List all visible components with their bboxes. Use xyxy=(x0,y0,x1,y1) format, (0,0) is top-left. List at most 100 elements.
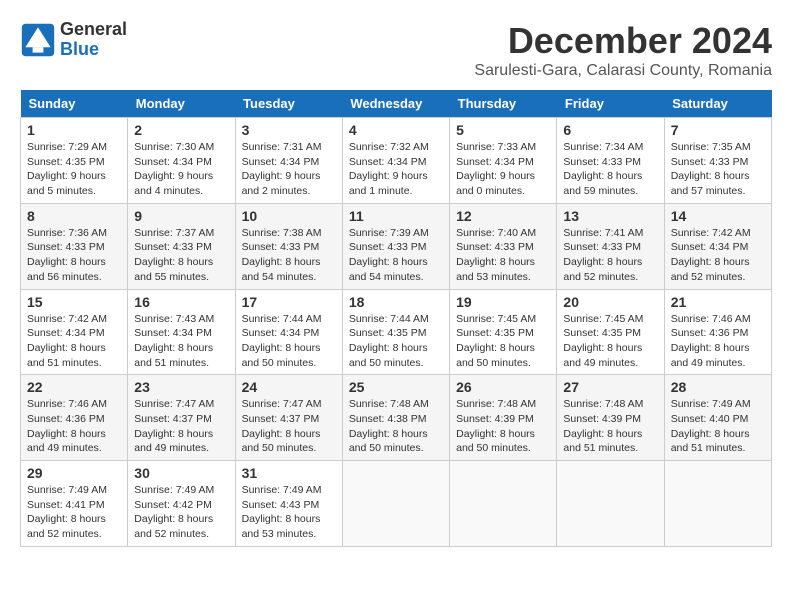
calendar-cell: 24 Sunrise: 7:47 AM Sunset: 4:37 PM Dayli… xyxy=(235,375,342,461)
calendar-cell: 6Sunrise: 7:34 AM Sunset: 4:33 PM Daylig… xyxy=(557,118,664,204)
weekday-header-thursday: Thursday xyxy=(450,90,557,118)
day-number: 21 xyxy=(671,294,765,310)
calendar-cell: 26Sunrise: 7:48 AM Sunset: 4:39 PM Dayli… xyxy=(450,375,557,461)
calendar-cell: 2Sunrise: 7:30 AM Sunset: 4:34 PM Daylig… xyxy=(128,118,235,204)
calendar-cell: 7 Sunrise: 7:35 AM Sunset: 4:33 PM Daylig… xyxy=(664,118,771,204)
calendar-cell: 10Sunrise: 7:38 AM Sunset: 4:33 PM Dayli… xyxy=(235,203,342,289)
day-info: Sunrise: 7:48 AM Sunset: 4:38 PM Dayligh… xyxy=(349,397,443,456)
day-info: Sunrise: 7:33 AM Sunset: 4:34 PM Dayligh… xyxy=(456,140,550,199)
day-number: 24 xyxy=(242,379,336,395)
day-info: Sunrise: 7:41 AM Sunset: 4:33 PM Dayligh… xyxy=(563,226,657,285)
day-info: Sunrise: 7:35 AM Sunset: 4:33 PM Dayligh… xyxy=(671,140,765,199)
day-number: 29 xyxy=(27,465,121,481)
subtitle: Sarulesti-Gara, Calarasi County, Romania xyxy=(474,62,772,80)
day-info: Sunrise: 7:45 AM Sunset: 4:35 PM Dayligh… xyxy=(456,312,550,371)
day-number: 9 xyxy=(134,208,228,224)
calendar-week-5: 29 Sunrise: 7:49 AM Sunset: 4:41 PM Dayli… xyxy=(21,461,772,547)
day-info: Sunrise: 7:39 AM Sunset: 4:33 PM Dayligh… xyxy=(349,226,443,285)
day-info: Sunrise: 7:49 AM Sunset: 4:40 PM Dayligh… xyxy=(671,397,765,456)
calendar-cell: 29 Sunrise: 7:49 AM Sunset: 4:41 PM Dayli… xyxy=(21,461,128,547)
day-number: 25 xyxy=(349,379,443,395)
calendar-cell: 11 Sunrise: 7:39 AM Sunset: 4:33 PM Dayli… xyxy=(342,203,449,289)
day-number: 8 xyxy=(27,208,121,224)
calendar-cell xyxy=(450,461,557,547)
day-number: 18 xyxy=(349,294,443,310)
day-number: 4 xyxy=(349,122,443,138)
calendar-cell: 15Sunrise: 7:42 AM Sunset: 4:34 PM Dayli… xyxy=(21,289,128,375)
day-number: 13 xyxy=(563,208,657,224)
calendar-cell: 28 Sunrise: 7:49 AM Sunset: 4:40 PM Dayli… xyxy=(664,375,771,461)
day-number: 2 xyxy=(134,122,228,138)
day-info: Sunrise: 7:44 AM Sunset: 4:34 PM Dayligh… xyxy=(242,312,336,371)
calendar-cell: 16 Sunrise: 7:43 AM Sunset: 4:34 PM Dayli… xyxy=(128,289,235,375)
day-number: 10 xyxy=(242,208,336,224)
weekday-header-saturday: Saturday xyxy=(664,90,771,118)
day-number: 17 xyxy=(242,294,336,310)
day-number: 16 xyxy=(134,294,228,310)
day-info: Sunrise: 7:34 AM Sunset: 4:33 PM Dayligh… xyxy=(563,140,657,199)
calendar-week-3: 15Sunrise: 7:42 AM Sunset: 4:34 PM Dayli… xyxy=(21,289,772,375)
day-info: Sunrise: 7:48 AM Sunset: 4:39 PM Dayligh… xyxy=(456,397,550,456)
logo-line1: General xyxy=(60,20,127,40)
day-number: 27 xyxy=(563,379,657,395)
day-info: Sunrise: 7:47 AM Sunset: 4:37 PM Dayligh… xyxy=(134,397,228,456)
main-title: December 2024 xyxy=(474,20,772,62)
logo-line2: Blue xyxy=(60,40,127,60)
calendar-cell: 14 Sunrise: 7:42 AM Sunset: 4:34 PM Dayli… xyxy=(664,203,771,289)
calendar-body: 1Sunrise: 7:29 AM Sunset: 4:35 PM Daylig… xyxy=(21,118,772,547)
weekday-header-friday: Friday xyxy=(557,90,664,118)
day-info: Sunrise: 7:49 AM Sunset: 4:43 PM Dayligh… xyxy=(242,483,336,542)
calendar-header: SundayMondayTuesdayWednesdayThursdayFrid… xyxy=(21,90,772,118)
calendar-week-4: 22 Sunrise: 7:46 AM Sunset: 4:36 PM Dayli… xyxy=(21,375,772,461)
calendar-cell: 12Sunrise: 7:40 AM Sunset: 4:33 PM Dayli… xyxy=(450,203,557,289)
calendar: SundayMondayTuesdayWednesdayThursdayFrid… xyxy=(20,90,772,547)
day-info: Sunrise: 7:46 AM Sunset: 4:36 PM Dayligh… xyxy=(27,397,121,456)
day-info: Sunrise: 7:49 AM Sunset: 4:41 PM Dayligh… xyxy=(27,483,121,542)
header: General Blue December 2024 Sarulesti-Gar… xyxy=(20,20,772,80)
day-number: 3 xyxy=(242,122,336,138)
calendar-cell: 9Sunrise: 7:37 AM Sunset: 4:33 PM Daylig… xyxy=(128,203,235,289)
calendar-cell xyxy=(664,461,771,547)
day-number: 14 xyxy=(671,208,765,224)
day-info: Sunrise: 7:36 AM Sunset: 4:33 PM Dayligh… xyxy=(27,226,121,285)
calendar-cell: 3 Sunrise: 7:31 AM Sunset: 4:34 PM Daylig… xyxy=(235,118,342,204)
day-info: Sunrise: 7:44 AM Sunset: 4:35 PM Dayligh… xyxy=(349,312,443,371)
day-number: 22 xyxy=(27,379,121,395)
calendar-week-1: 1Sunrise: 7:29 AM Sunset: 4:35 PM Daylig… xyxy=(21,118,772,204)
day-number: 31 xyxy=(242,465,336,481)
day-info: Sunrise: 7:42 AM Sunset: 4:34 PM Dayligh… xyxy=(671,226,765,285)
day-info: Sunrise: 7:48 AM Sunset: 4:39 PM Dayligh… xyxy=(563,397,657,456)
calendar-cell: 5 Sunrise: 7:33 AM Sunset: 4:34 PM Daylig… xyxy=(450,118,557,204)
day-info: Sunrise: 7:46 AM Sunset: 4:36 PM Dayligh… xyxy=(671,312,765,371)
logo: General Blue xyxy=(20,20,127,60)
weekday-header-sunday: Sunday xyxy=(21,90,128,118)
logo-text: General Blue xyxy=(60,20,127,60)
weekday-header-monday: Monday xyxy=(128,90,235,118)
day-number: 11 xyxy=(349,208,443,224)
calendar-cell: 21 Sunrise: 7:46 AM Sunset: 4:36 PM Dayli… xyxy=(664,289,771,375)
calendar-cell: 22 Sunrise: 7:46 AM Sunset: 4:36 PM Dayli… xyxy=(21,375,128,461)
calendar-cell xyxy=(557,461,664,547)
weekday-header-tuesday: Tuesday xyxy=(235,90,342,118)
calendar-week-2: 8 Sunrise: 7:36 AM Sunset: 4:33 PM Daylig… xyxy=(21,203,772,289)
calendar-cell: 18 Sunrise: 7:44 AM Sunset: 4:35 PM Dayli… xyxy=(342,289,449,375)
calendar-cell: 31 Sunrise: 7:49 AM Sunset: 4:43 PM Dayli… xyxy=(235,461,342,547)
calendar-cell: 4Sunrise: 7:32 AM Sunset: 4:34 PM Daylig… xyxy=(342,118,449,204)
day-info: Sunrise: 7:40 AM Sunset: 4:33 PM Dayligh… xyxy=(456,226,550,285)
day-number: 7 xyxy=(671,122,765,138)
calendar-cell: 8 Sunrise: 7:36 AM Sunset: 4:33 PM Daylig… xyxy=(21,203,128,289)
day-number: 5 xyxy=(456,122,550,138)
day-info: Sunrise: 7:31 AM Sunset: 4:34 PM Dayligh… xyxy=(242,140,336,199)
day-info: Sunrise: 7:43 AM Sunset: 4:34 PM Dayligh… xyxy=(134,312,228,371)
day-number: 23 xyxy=(134,379,228,395)
day-number: 30 xyxy=(134,465,228,481)
calendar-cell: 27 Sunrise: 7:48 AM Sunset: 4:39 PM Dayli… xyxy=(557,375,664,461)
day-info: Sunrise: 7:49 AM Sunset: 4:42 PM Dayligh… xyxy=(134,483,228,542)
calendar-cell: 13 Sunrise: 7:41 AM Sunset: 4:33 PM Dayli… xyxy=(557,203,664,289)
day-info: Sunrise: 7:42 AM Sunset: 4:34 PM Dayligh… xyxy=(27,312,121,371)
day-info: Sunrise: 7:45 AM Sunset: 4:35 PM Dayligh… xyxy=(563,312,657,371)
day-number: 28 xyxy=(671,379,765,395)
day-info: Sunrise: 7:47 AM Sunset: 4:37 PM Dayligh… xyxy=(242,397,336,456)
day-number: 20 xyxy=(563,294,657,310)
logo-icon xyxy=(20,22,56,58)
